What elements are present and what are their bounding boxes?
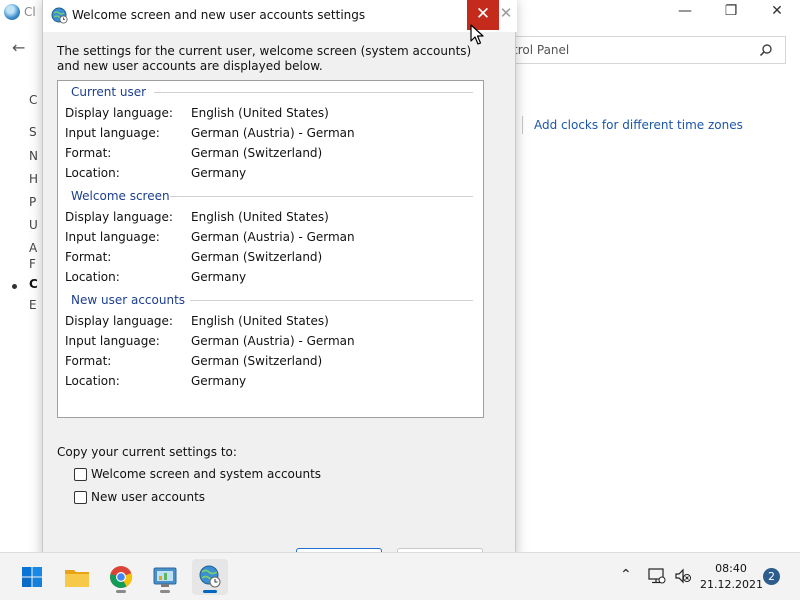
row-value: German (Switzerland) [191,354,323,368]
section-divider [154,92,473,93]
row-label: Input language: [65,126,160,140]
close-icon: ✕ [499,4,513,22]
sidebar-item-truncated[interactable]: A [29,241,37,255]
running-indicator [160,590,170,593]
start-icon [22,567,42,587]
add-clocks-link[interactable]: Add clocks for different time zones [534,118,743,132]
copy-settings-label: Copy your current settings to: [57,445,237,459]
chevron-up-icon[interactable]: ⌃ [620,567,636,583]
network-icon[interactable] [648,568,666,584]
row-value: German (Switzerland) [191,250,323,264]
sidebar-item-truncated[interactable]: P [29,195,36,209]
current-item-bullet [12,284,17,289]
row-label: Format: [65,146,112,160]
close-icon[interactable]: ✕ [754,0,800,24]
running-indicator [203,590,217,593]
section-heading-new-user-accounts: New user accounts [71,293,186,307]
clock-time: 08:40 [715,562,747,575]
running-indicator [116,590,126,593]
file-explorer-button[interactable] [59,559,95,595]
row-label: Location: [65,166,120,180]
welcome-screen-settings-dialog: Welcome screen and new user accounts set… [42,0,517,562]
new-user-accounts-checkbox[interactable] [74,491,87,504]
row-value: German (Austria) - German [191,126,355,140]
address-bar-text: trol Panel [513,43,570,57]
row-value: German (Switzerland) [191,146,323,160]
sidebar-item-truncated[interactable]: U [29,218,38,232]
clock-date: 21.12.2021 [700,578,763,591]
mouse-cursor-icon [470,24,484,45]
dialog-title: Welcome screen and new user accounts set… [72,8,366,22]
control-panel-app-icon [4,4,20,20]
section-heading-welcome-screen: Welcome screen [71,189,170,203]
row-label: Display language: [65,314,173,328]
start-button[interactable] [14,559,50,595]
sidebar-item-active[interactable]: C [29,277,38,291]
notification-badge[interactable]: 2 [763,568,780,585]
region-settings-button[interactable] [192,559,228,595]
row-value: English (United States) [191,314,329,328]
sidebar-item-truncated[interactable]: F [29,257,36,271]
section-divider [190,300,473,301]
row-label: Format: [65,250,112,264]
row-label: Input language: [65,230,160,244]
row-value: German (Austria) - German [191,230,355,244]
dialog-intro-text: The settings for the current user, welco… [57,44,472,73]
row-value: English (United States) [191,106,329,120]
search-icon[interactable] [759,43,773,57]
settings-summary-box: Current user Display language: English (… [57,80,484,418]
taskbar: ⌃ 08:40 21.12.2021 2 [0,552,800,600]
control-panel-button[interactable] [147,559,183,595]
row-value: Germany [191,166,247,180]
row-label: Display language: [65,210,173,224]
volume-muted-icon[interactable] [674,568,692,584]
row-value: German (Austria) - German [191,334,355,348]
chrome-button[interactable] [103,559,139,595]
welcome-screen-checkbox[interactable] [74,468,87,481]
row-label: Input language: [65,334,160,348]
sidebar-item-truncated[interactable]: N [29,149,38,163]
minimize-icon[interactable]: — [662,0,708,24]
row-label: Format: [65,354,112,368]
sidebar-item-truncated[interactable]: S [29,125,37,139]
row-label: Location: [65,270,120,284]
back-arrow-icon[interactable]: ← [12,38,25,57]
sidebar-item-truncated[interactable]: E [29,298,37,312]
dialog-titlebar[interactable]: Welcome screen and new user accounts set… [43,0,517,32]
row-label: Location: [65,374,120,388]
section-divider [170,196,473,197]
row-value: English (United States) [191,210,329,224]
link-divider [522,116,523,134]
address-bar[interactable]: trol Panel [500,36,786,64]
row-value: Germany [191,374,247,388]
row-value: Germany [191,270,247,284]
welcome-screen-checkbox-label[interactable]: Welcome screen and system accounts [91,467,321,481]
section-heading-current-user: Current user [71,85,147,99]
new-user-accounts-checkbox-label[interactable]: New user accounts [91,490,205,504]
globe-clock-icon [51,7,68,24]
sidebar-item-truncated[interactable]: C [29,93,37,107]
sidebar-item-truncated[interactable]: H [29,172,38,186]
file-explorer-icon [65,570,89,587]
clock[interactable]: 08:40 21.12.2021 [700,561,763,593]
control-panel-title: Cl [24,5,36,19]
row-label: Display language: [65,106,173,120]
maximize-icon[interactable]: ❐ [708,0,754,24]
